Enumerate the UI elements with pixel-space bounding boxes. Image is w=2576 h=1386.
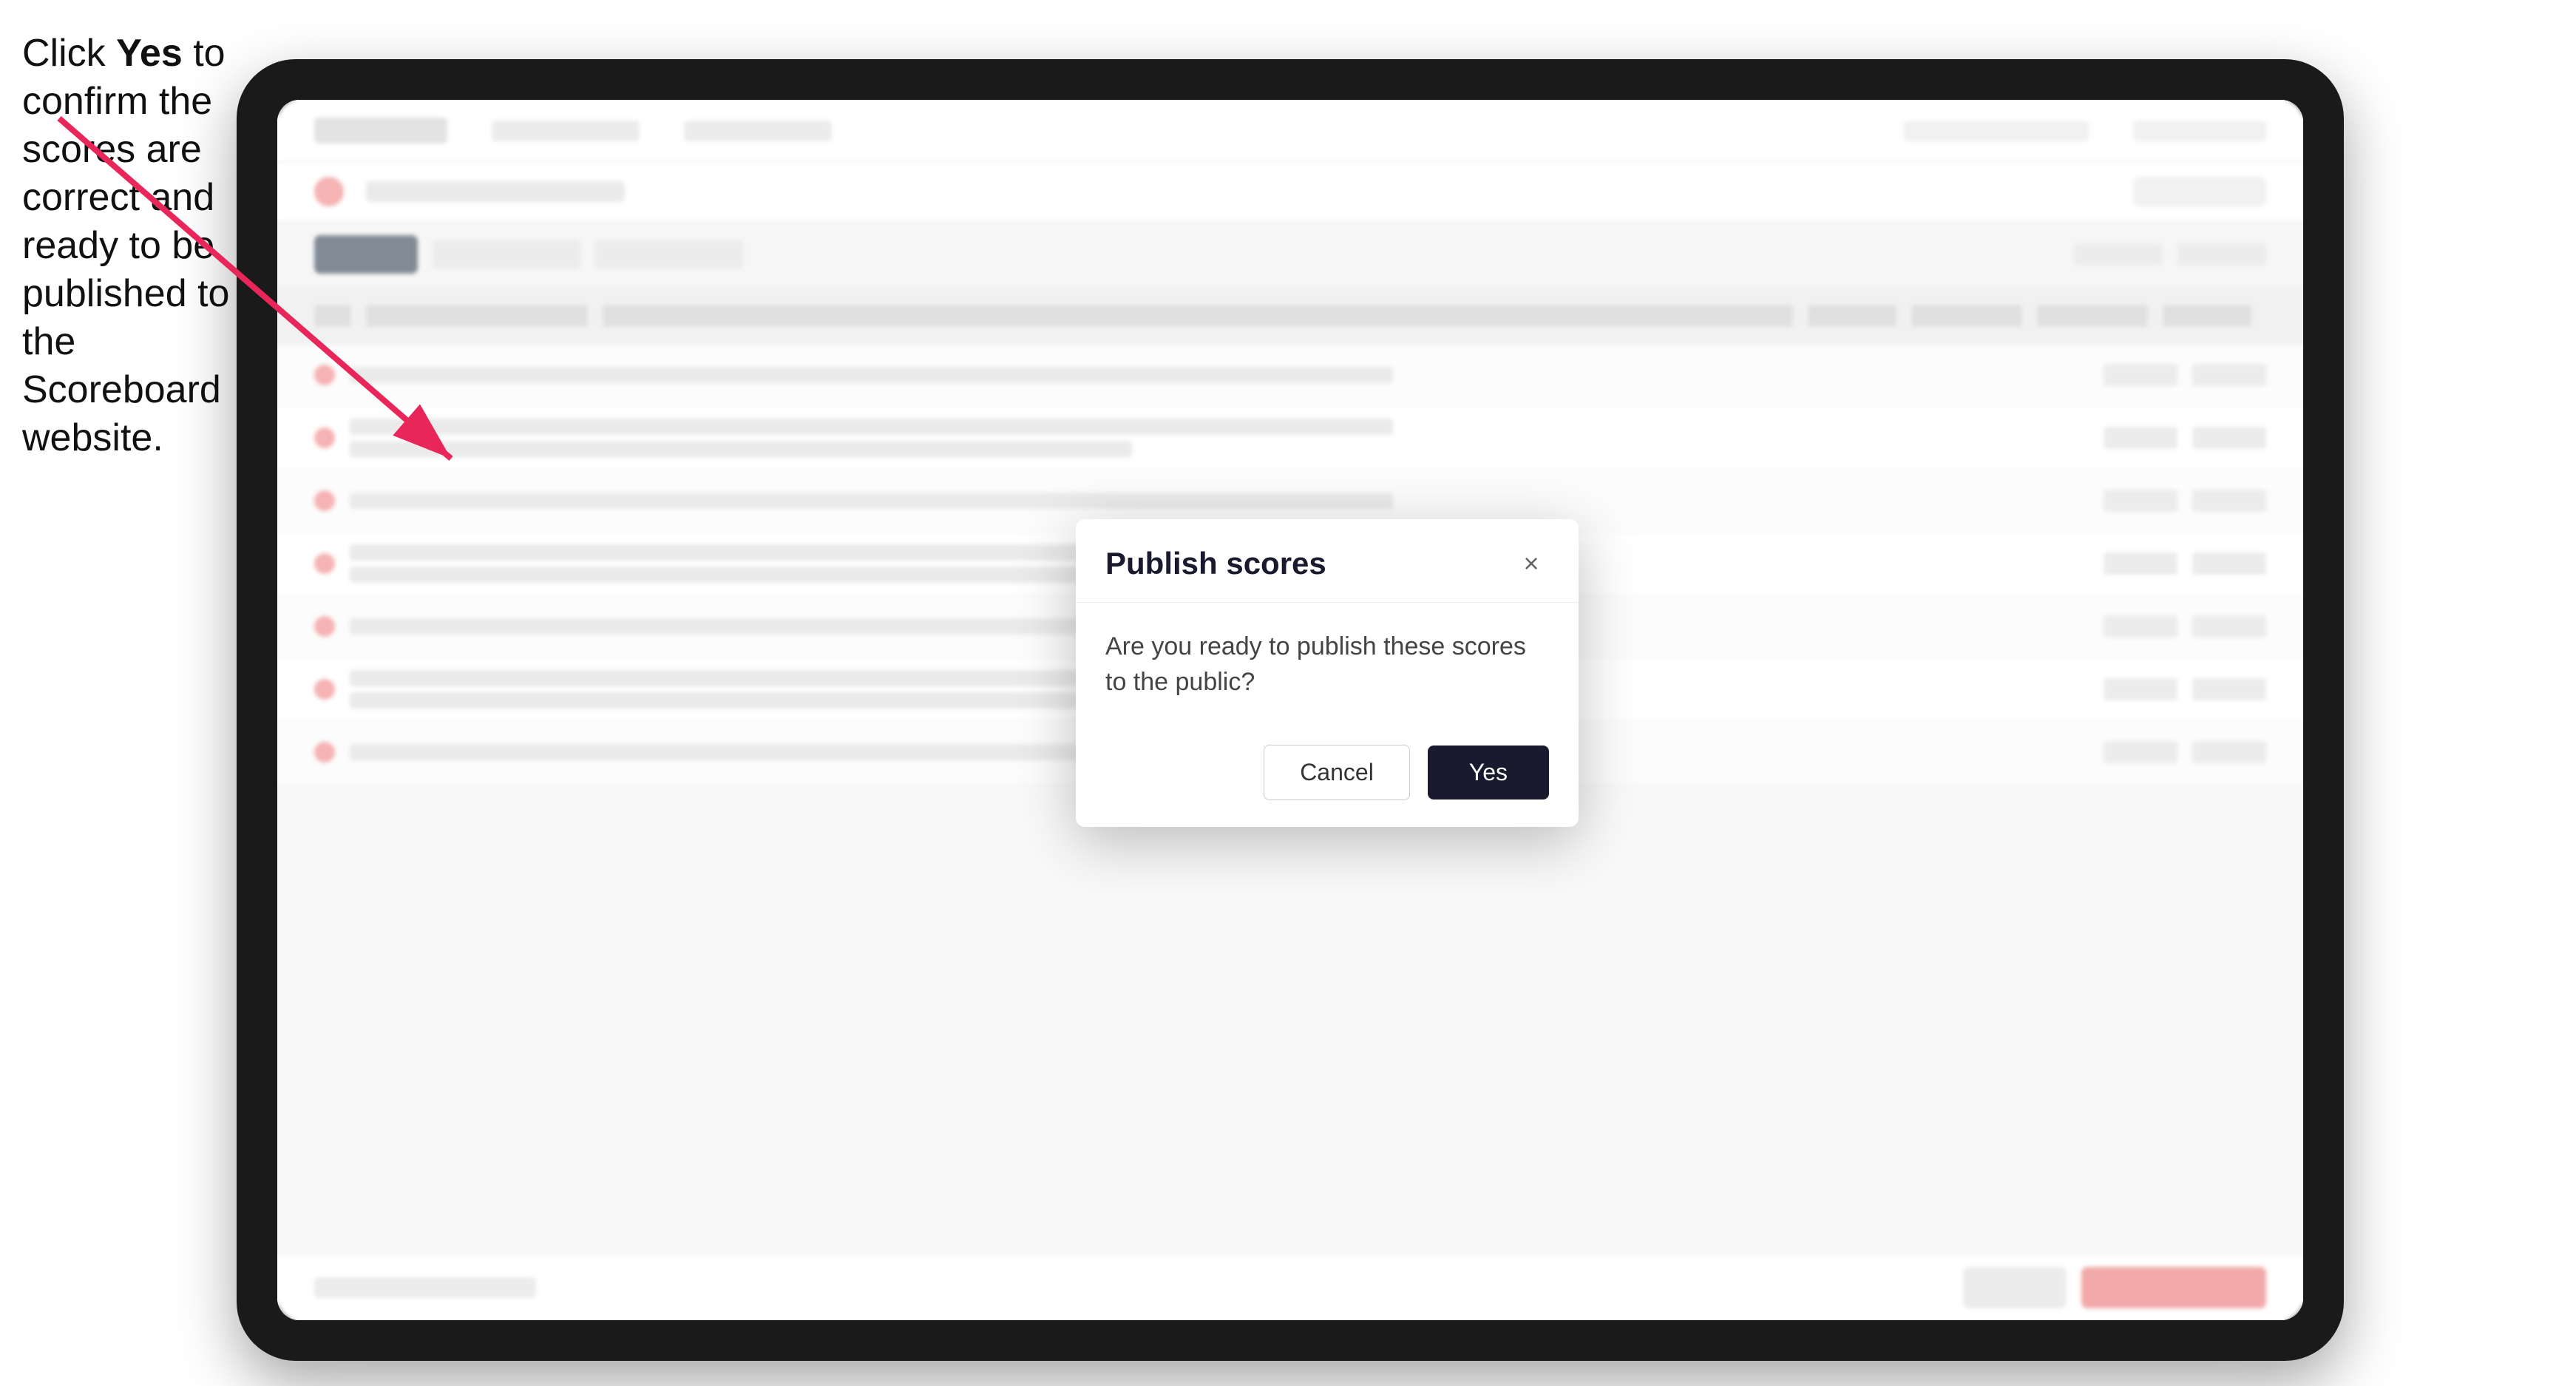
modal-close-button[interactable]: ×: [1514, 546, 1549, 581]
modal-body: Are you ready to publish these scores to…: [1076, 603, 1579, 726]
yes-emphasis: Yes: [116, 32, 183, 75]
instruction-text: Click Yes to confirm the scores are corr…: [22, 30, 237, 462]
modal-title: Publish scores: [1105, 546, 1326, 581]
tablet-device: Publish scores × Are you ready to publis…: [237, 59, 2344, 1361]
yes-button[interactable]: Yes: [1428, 746, 1549, 800]
modal-header: Publish scores ×: [1076, 519, 1579, 603]
publish-scores-dialog: Publish scores × Are you ready to publis…: [1076, 519, 1579, 826]
tablet-screen: Publish scores × Are you ready to publis…: [277, 100, 2303, 1320]
cancel-button[interactable]: Cancel: [1264, 745, 1410, 800]
modal-overlay: Publish scores × Are you ready to publis…: [277, 100, 2303, 1320]
modal-message: Are you ready to publish these scores to…: [1105, 629, 1549, 700]
modal-footer: Cancel Yes: [1076, 727, 1579, 827]
app-screen: Publish scores × Are you ready to publis…: [277, 100, 2303, 1320]
